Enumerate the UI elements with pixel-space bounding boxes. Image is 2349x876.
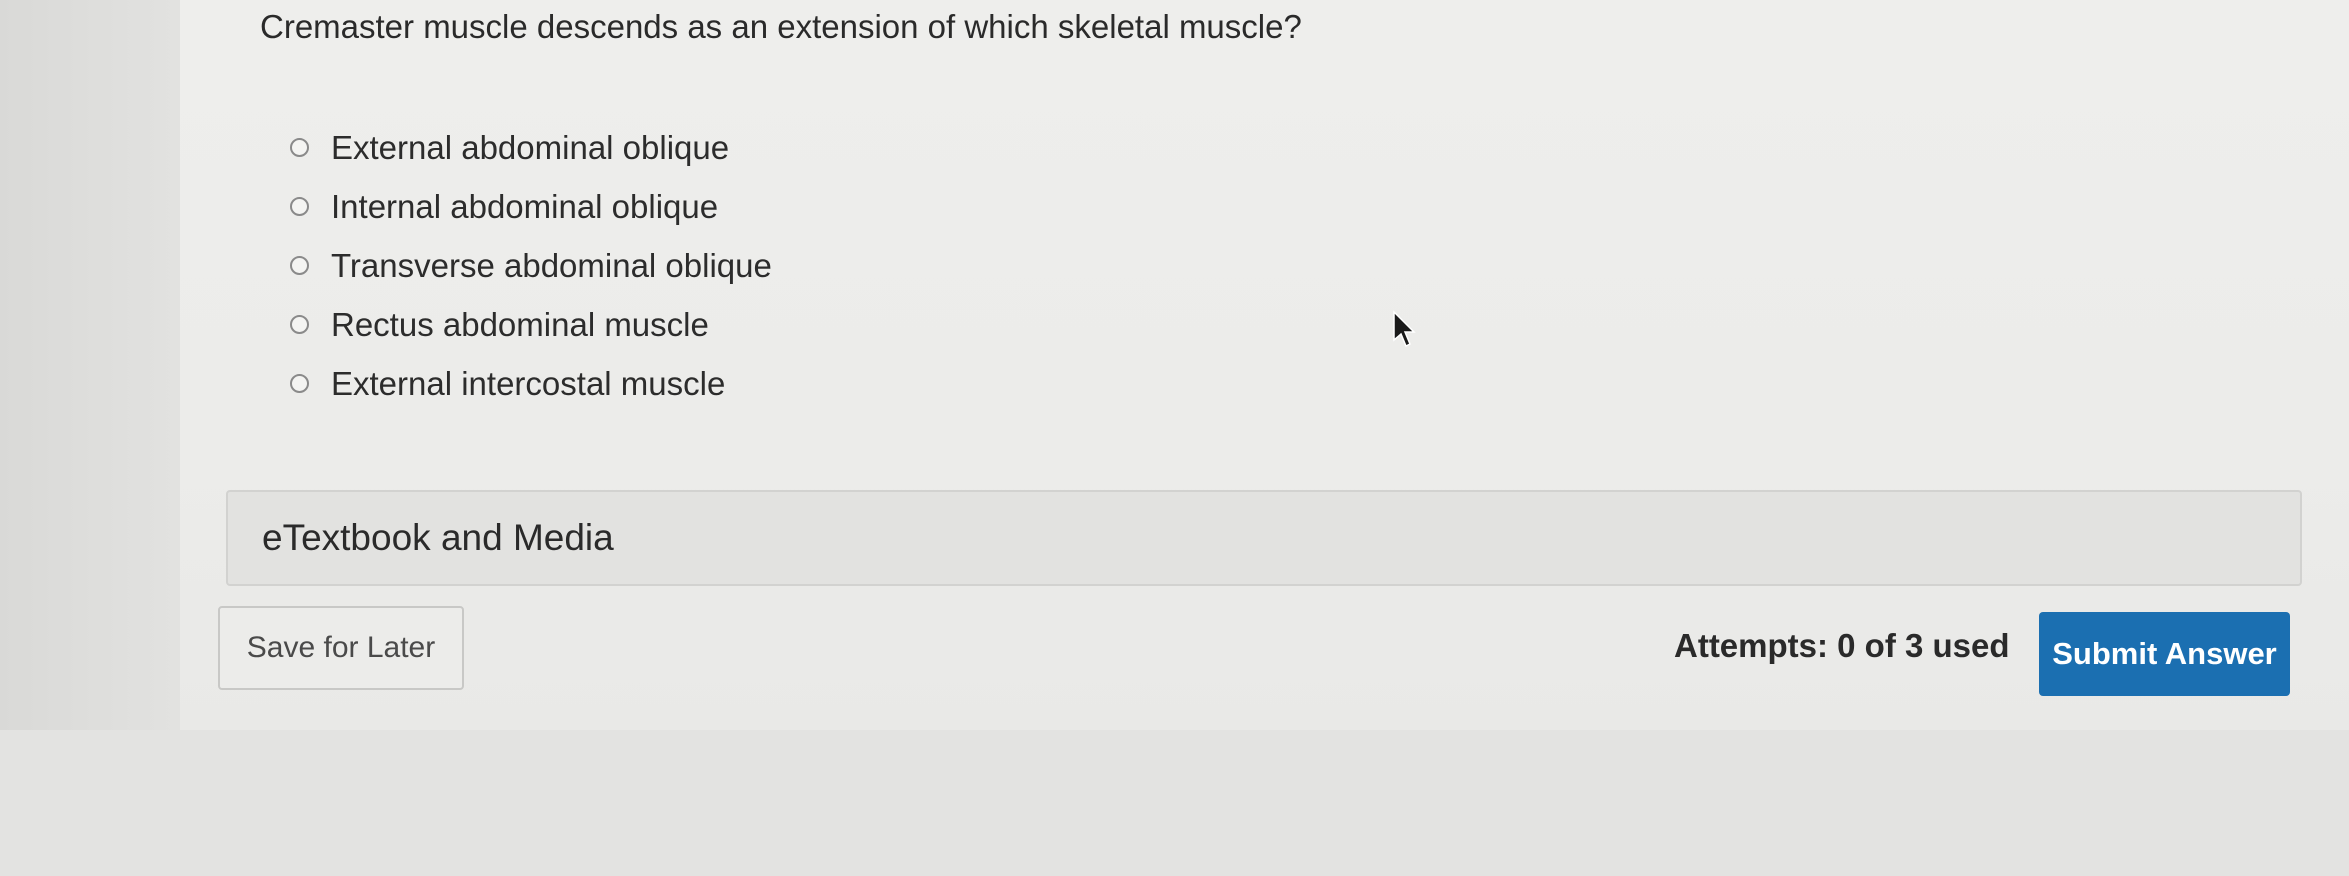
radio-button[interactable] <box>290 315 309 334</box>
radio-button[interactable] <box>290 256 309 275</box>
mouse-pointer-icon <box>1393 310 1416 348</box>
answer-options: External abdominal oblique Internal abdo… <box>290 118 772 413</box>
option-external-intercostal-muscle[interactable]: External intercostal muscle <box>290 354 772 413</box>
attempts-counter: Attempts: 0 of 3 used <box>1674 627 2010 664</box>
save-for-later-button[interactable]: Save for Later <box>218 606 464 690</box>
radio-button[interactable] <box>290 138 309 157</box>
option-internal-abdominal-oblique[interactable]: Internal abdominal oblique <box>290 177 772 236</box>
option-label: External intercostal muscle <box>331 364 726 402</box>
option-label: Internal abdominal oblique <box>331 187 719 225</box>
radio-button[interactable] <box>290 197 309 216</box>
question-text: Cremaster muscle descends as an extensio… <box>260 8 1302 45</box>
option-label: External abdominal oblique <box>331 128 730 166</box>
option-transverse-abdominal-oblique[interactable]: Transverse abdominal oblique <box>290 236 772 295</box>
option-label: Transverse abdominal oblique <box>331 246 772 284</box>
option-external-abdominal-oblique[interactable]: External abdominal oblique <box>290 118 772 177</box>
option-rectus-abdominal-muscle[interactable]: Rectus abdominal muscle <box>290 295 772 354</box>
etextbook-media-label: eTextbook and Media <box>262 517 614 558</box>
option-label: Rectus abdominal muscle <box>331 305 709 343</box>
radio-button[interactable] <box>290 374 309 393</box>
submit-answer-button[interactable]: Submit Answer <box>2039 612 2290 696</box>
page-background <box>0 730 2349 876</box>
etextbook-media-section[interactable]: eTextbook and Media <box>226 490 2302 586</box>
